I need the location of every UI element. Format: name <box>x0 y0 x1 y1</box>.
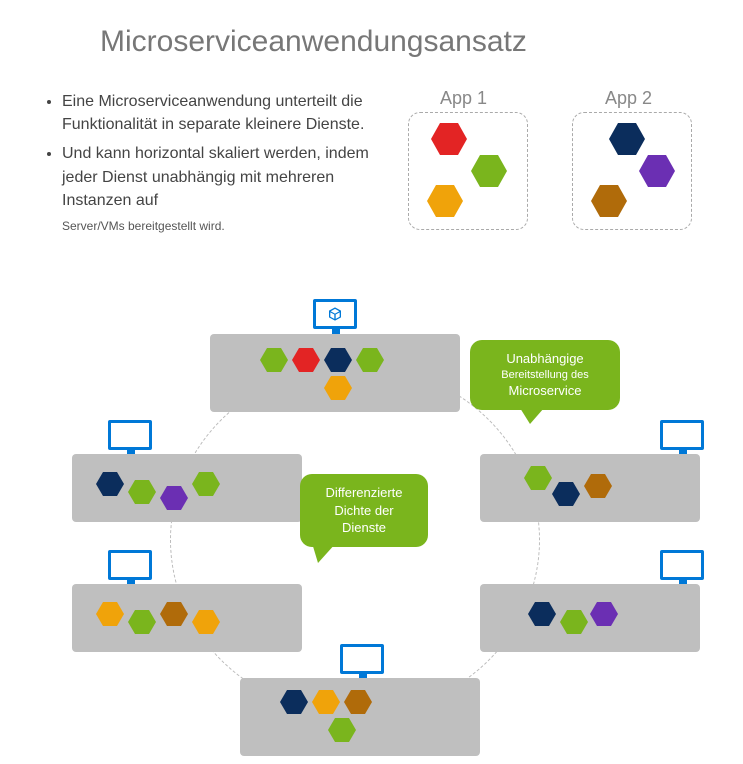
hex-green <box>260 348 288 372</box>
server-left-lower <box>72 584 302 652</box>
bubble-independent: Unabhängige Bereitstellung des Microserv… <box>470 340 620 410</box>
hex-yellow <box>427 185 463 217</box>
app1-label: App 1 <box>440 88 487 109</box>
hex-yellow <box>96 602 124 626</box>
server-left-upper <box>72 454 302 522</box>
hex-navy <box>280 690 308 714</box>
monitor-icon <box>313 299 359 339</box>
hex-green <box>128 610 156 634</box>
app2-box <box>572 112 692 230</box>
bullet-sub: Server/VMs bereitgestellt wird. <box>62 218 402 235</box>
hex-green <box>356 348 384 372</box>
bullets: Eine Microserviceanwendung unterteilt di… <box>42 90 402 235</box>
hex-green <box>328 718 356 742</box>
cube-icon <box>327 306 343 322</box>
bubble-tail-icon <box>312 543 336 563</box>
server-top <box>210 334 460 412</box>
bubble-density: Differenzierte Dichte der Dienste <box>300 474 428 547</box>
hex-yellow <box>324 376 352 400</box>
bubble-tail-icon <box>520 408 544 424</box>
bubble-line: Differenzierte <box>314 484 414 502</box>
bullet-2: Und kann horizontal skaliert werden, ind… <box>62 142 402 212</box>
hex-yellow <box>312 690 340 714</box>
app2-label: App 2 <box>605 88 652 109</box>
bubble-line: Unabhängige <box>484 350 606 368</box>
hex-red <box>292 348 320 372</box>
hex-brown <box>160 602 188 626</box>
bubble-line: Dichte der <box>314 502 414 520</box>
server-right-upper <box>480 454 700 522</box>
hex-green <box>471 155 507 187</box>
bubble-line: Microservice <box>484 382 606 400</box>
server-bottom <box>240 678 480 756</box>
bullet-1: Eine Microserviceanwendung unterteilt di… <box>62 90 402 136</box>
hex-brown <box>584 474 612 498</box>
bubble-line: Bereitstellung des <box>484 368 606 383</box>
server-right-lower <box>480 584 700 652</box>
hex-yellow <box>192 610 220 634</box>
hex-green <box>128 480 156 504</box>
hex-green <box>192 472 220 496</box>
page-title: Microserviceanwendungsansatz <box>100 25 527 59</box>
hex-navy <box>552 482 580 506</box>
hex-green <box>524 466 552 490</box>
hex-navy <box>324 348 352 372</box>
hex-green <box>560 610 588 634</box>
hex-navy <box>96 472 124 496</box>
hex-purple <box>160 486 188 510</box>
hex-navy <box>528 602 556 626</box>
hex-brown <box>591 185 627 217</box>
hex-purple <box>590 602 618 626</box>
hex-brown <box>344 690 372 714</box>
hex-purple <box>639 155 675 187</box>
hex-red <box>431 123 467 155</box>
bubble-line: Dienste <box>314 519 414 537</box>
hex-navy <box>609 123 645 155</box>
app1-box <box>408 112 528 230</box>
